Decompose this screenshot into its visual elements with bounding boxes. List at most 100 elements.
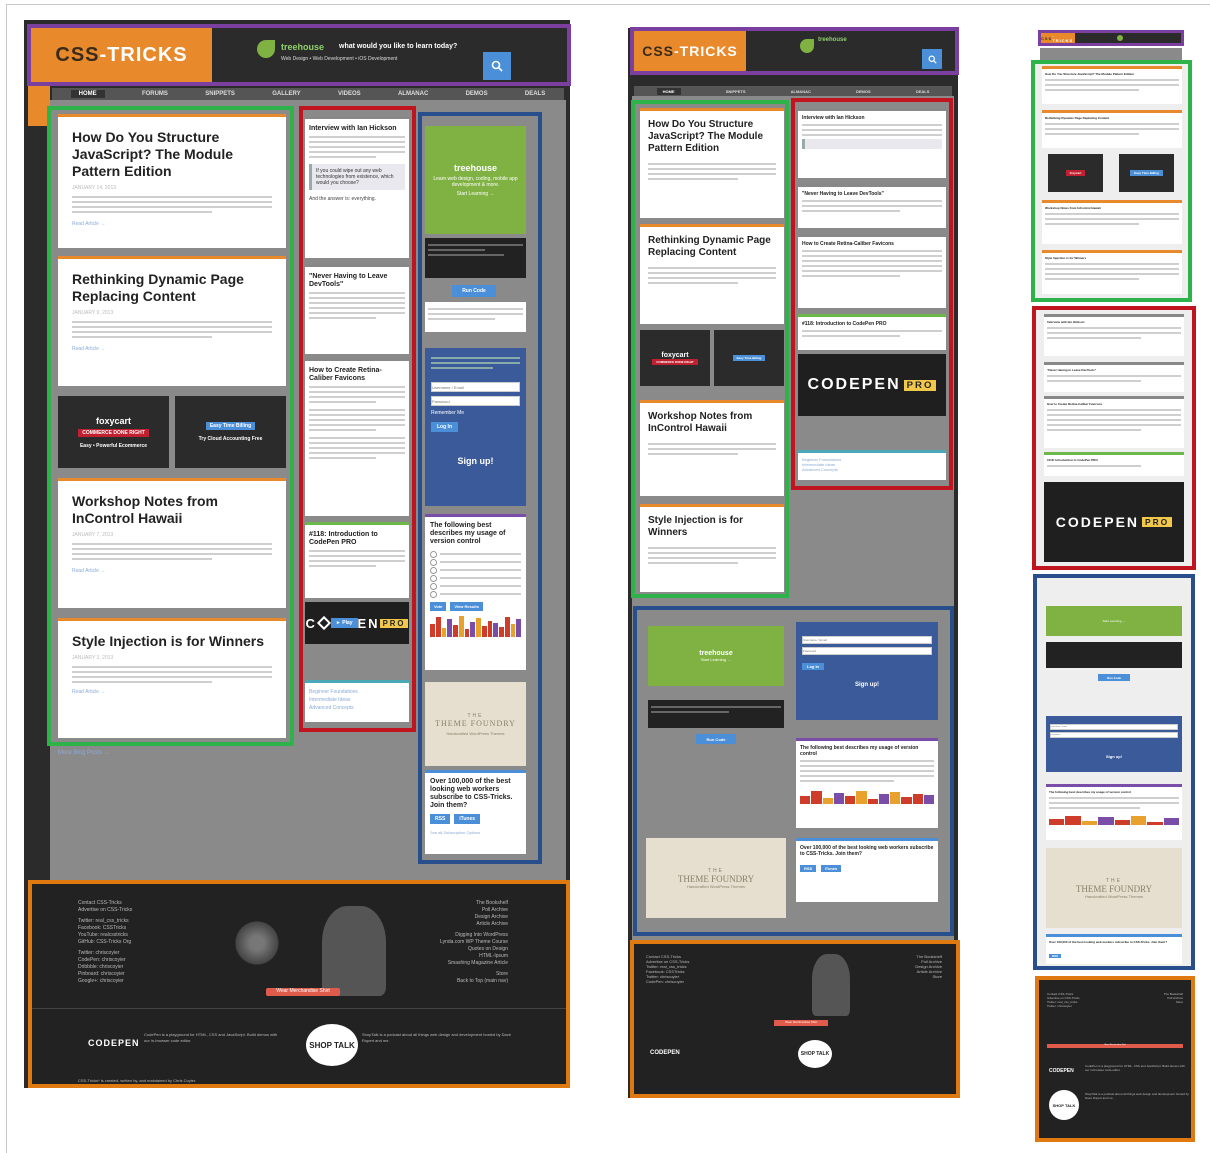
treehouse-promo-cta[interactable]: Start Learning → [701, 657, 731, 662]
article-title[interactable]: Rethinking Dynamic Page Replacing Conten… [72, 271, 272, 305]
middle-post-title[interactable]: #118: Introduction to CodePen PRO [1047, 458, 1181, 462]
middle-post-title[interactable]: "Never Having to Leave DevTools" [1047, 368, 1181, 372]
signup-link[interactable]: Sign up! [1050, 754, 1178, 759]
ad-cloud-accounting[interactable]: Easy Time Billing [1119, 154, 1174, 192]
footer-link[interactable]: CodePen: chriscoyier [646, 979, 689, 984]
article-title[interactable]: Workshop Notes from InControl Hawaii [72, 493, 272, 527]
remember-me-checkbox[interactable]: Remember Me [431, 410, 520, 416]
footer-link[interactable]: Store [915, 974, 942, 979]
read-article-link[interactable]: Read Article → [72, 221, 272, 227]
nav-almanac[interactable]: ALMANAC [791, 89, 811, 94]
related-link[interactable]: Intermediate Ideas [309, 697, 405, 703]
article-title[interactable]: Style Injection is for Winners [648, 515, 776, 539]
codepen-banner[interactable]: C ► Play EN PRO [305, 602, 409, 644]
theme-foundry-ad[interactable]: THE THEME FOUNDRY Handcrafted WordPress … [646, 838, 786, 918]
middle-post-title[interactable]: How to Create Retina-Caliber Favicons [802, 241, 942, 247]
middle-post-title[interactable]: Interview with Ian Hickson [1047, 320, 1181, 324]
middle-post-title[interactable]: How to Create Retina-Caliber Favicons [1047, 402, 1181, 406]
footer-link[interactable]: Store [1164, 1000, 1183, 1004]
middle-post-title[interactable]: Interview with Ian Hickson [802, 115, 942, 121]
codepen-banner[interactable]: CODEPEN PRO [798, 354, 946, 416]
theme-foundry-ad[interactable]: THE THEME FOUNDRY Handcrafted WordPress … [425, 682, 526, 766]
ad-foxycart[interactable]: foxycart COMMERCE DONE RIGHT [640, 330, 710, 386]
ad-foxycart[interactable]: foxycart COMMERCE DONE RIGHT Easy • Powe… [58, 396, 169, 468]
login-button[interactable]: Log In [802, 663, 824, 670]
rss-button[interactable]: RSS [800, 865, 817, 872]
middle-post-title[interactable]: How to Create Retina-Caliber Favicons [309, 367, 405, 383]
treehouse-promo[interactable]: treehouse Learn web design, coding, mobi… [425, 126, 526, 234]
footer-link[interactable]: Google+: chriscoyier [78, 978, 218, 985]
rss-button[interactable]: RSS [430, 814, 451, 824]
itunes-button[interactable]: iTunes [454, 814, 481, 824]
treehouse-brand[interactable]: treehouse [281, 42, 324, 52]
nav-demos[interactable]: DEMOS [856, 89, 871, 94]
password-field[interactable] [802, 647, 932, 655]
nav-forums[interactable]: FORUMS [142, 91, 168, 97]
article-title[interactable]: Style Injection is for Winners [1045, 256, 1179, 260]
nav-almanac[interactable]: ALMANAC [398, 91, 428, 97]
article-title[interactable]: Workshop Notes from InControl Hawaii [648, 411, 776, 435]
footer-link[interactable]: The Bookshelf [368, 900, 508, 907]
nav-gallery[interactable]: GALLERY [272, 91, 300, 97]
footer-codepen-logo[interactable]: CODEPEN [650, 1050, 680, 1056]
treehouse-brand[interactable]: treehouse [818, 37, 847, 43]
article-title[interactable]: Workshop Notes from InControl Hawaii [1045, 206, 1179, 210]
related-link[interactable]: Beginner Foundations [309, 689, 405, 695]
subscription-options-link[interactable]: See all Subscription Options [430, 830, 521, 835]
poll-option[interactable] [430, 550, 521, 558]
nav-videos[interactable]: VIDEOS [338, 91, 361, 97]
footer-codepen-logo[interactable]: CODEPEN [88, 1038, 140, 1048]
login-button[interactable]: Log In [431, 422, 458, 432]
article-title[interactable]: Rethinking Dynamic Page Replacing Conten… [648, 235, 776, 259]
footer-link[interactable]: Smashing Magazine Article [368, 960, 508, 967]
footer-link[interactable]: Dribbble: chriscoyier [78, 964, 218, 971]
footer-link[interactable]: Design Archive [368, 914, 508, 921]
nav-demos[interactable]: DEMOS [466, 91, 488, 97]
read-article-link[interactable]: Read Article → [72, 689, 272, 695]
username-field[interactable] [802, 636, 932, 644]
merch-button[interactable]: Wear Merchandise Shirt [266, 988, 340, 996]
codepen-banner[interactable]: CODEPEN PRO [1044, 482, 1184, 562]
related-link[interactable]: Advanced Concepts [309, 705, 405, 711]
footer-link[interactable]: Pinboard: chriscoyier [78, 971, 218, 978]
treehouse-promo[interactable]: Start Learning → [1046, 606, 1182, 636]
footer-link[interactable]: Quotes on Design [368, 946, 508, 953]
treehouse-promo-cta[interactable]: Start Learning → [1103, 619, 1126, 623]
related-link[interactable]: Advanced Concepts [802, 467, 942, 472]
poll-option[interactable] [430, 558, 521, 566]
article-title[interactable]: How Do You Structure JavaScript? The Mod… [648, 119, 776, 155]
run-code-button[interactable]: Run Code [452, 285, 496, 297]
footer-link[interactable]: Digging Into WordPress [368, 932, 508, 939]
footer-link[interactable]: GitHub: CSS-Tricks Org [78, 939, 218, 946]
codepen-play-button[interactable]: ► Play [330, 618, 358, 628]
treehouse-promo[interactable]: treehouse Start Learning → [648, 626, 784, 686]
rss-button[interactable]: RSS [1049, 954, 1062, 958]
poll-vote-button[interactable]: Vote [430, 602, 447, 611]
more-blog-posts-link[interactable]: More Blog Posts → [58, 750, 110, 756]
read-article-link[interactable]: Read Article → [72, 346, 272, 352]
shoptalk-logo[interactable]: SHOP TALK [306, 1024, 358, 1066]
theme-foundry-ad[interactable]: THE THEME FOUNDRY Handcrafted WordPress … [1046, 848, 1182, 928]
site-logo[interactable]: CSS -TRICKS [1041, 33, 1075, 43]
article-title[interactable]: How Do You Structure JavaScript? The Mod… [72, 129, 272, 180]
site-logo[interactable]: CSS -TRICKS [31, 28, 212, 82]
footer-link[interactable]: Twitter: real_css_tricks [78, 918, 218, 925]
nav-home[interactable]: HOME [656, 87, 681, 95]
footer-link[interactable]: Article Archive [368, 921, 508, 928]
signup-link[interactable]: Sign up! [802, 682, 932, 688]
search-button[interactable] [922, 49, 942, 69]
run-code-button[interactable]: Run Code [1098, 674, 1130, 681]
nav-deals[interactable]: DEALS [916, 89, 930, 94]
footer-link[interactable]: CodePen: chriscoyier [78, 957, 218, 964]
nav-snippets[interactable]: SNIPPETS [726, 89, 746, 94]
middle-post-title[interactable]: "Never Having to Leave DevTools" [802, 191, 942, 197]
read-article-link[interactable]: Read Article → [72, 568, 272, 574]
username-field[interactable] [1050, 724, 1178, 730]
footer-link[interactable]: Advertise on CSS-Tricks [78, 907, 218, 914]
merch-button[interactable]: Wear Merchandise Shirt [774, 1020, 828, 1026]
ad-foxycart[interactable]: foxycart [1048, 154, 1103, 192]
poll-option[interactable] [430, 582, 521, 590]
poll-results-button[interactable]: View Results [450, 602, 483, 611]
ad-cloud-accounting[interactable]: Easy Time Billing [714, 330, 784, 386]
footer-link[interactable]: YouTube: realcsstricks [78, 932, 218, 939]
